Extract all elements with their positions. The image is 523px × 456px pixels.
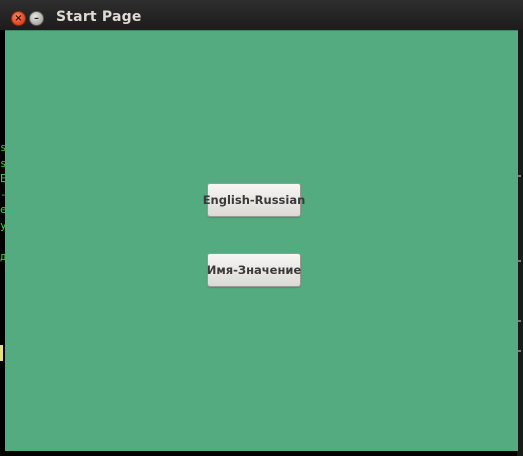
- desktop-screen: s s E - e y д × – Start Page English-Rus…: [0, 0, 523, 456]
- window-title-bar[interactable]: × – Start Page: [0, 0, 523, 30]
- close-icon[interactable]: ×: [11, 11, 26, 26]
- english-russian-button[interactable]: English-Russian: [203, 183, 305, 217]
- start-page-content: English-Russian Имя-Значение: [5, 30, 518, 451]
- window-title: Start Page: [56, 9, 142, 25]
- background-terminal-highlight: [0, 345, 3, 361]
- name-value-button[interactable]: Имя-Значение: [207, 253, 301, 287]
- minimize-icon[interactable]: –: [29, 11, 44, 26]
